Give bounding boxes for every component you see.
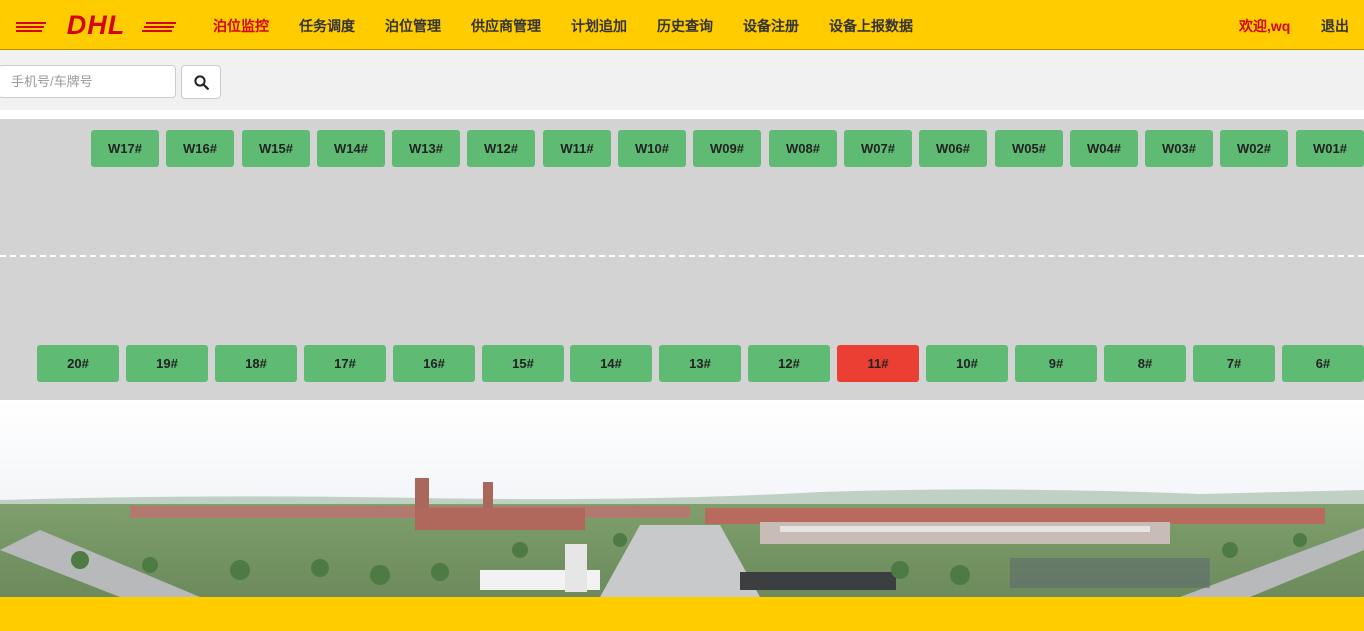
dock-label: 9# [1048, 356, 1064, 371]
nav-supplier-management[interactable]: 供应商管理 [471, 16, 541, 36]
dock-6[interactable]: 6# [1282, 345, 1364, 382]
dock-w03[interactable]: W03# [1145, 130, 1213, 167]
dock-label: W07# [861, 141, 895, 156]
dock-label: W15# [259, 141, 293, 156]
dock-label: W03# [1162, 141, 1196, 156]
berth-yard: W17# W16# W15# W14# W13# W12# W11# W10# … [0, 119, 1364, 400]
factory-panorama-image [0, 400, 1364, 597]
dock-w05[interactable]: W05# [995, 130, 1063, 167]
svg-text:DHL: DHL [67, 10, 126, 40]
dock-label: W11# [560, 141, 594, 156]
nav-history-query[interactable]: 历史查询 [657, 16, 713, 36]
dock-w11[interactable]: W11# [543, 130, 611, 167]
dock-label: W04# [1087, 141, 1121, 156]
search-bar [0, 50, 1364, 110]
dock-label: W09# [710, 141, 744, 156]
dock-18[interactable]: 18# [215, 345, 297, 382]
nav-task-dispatch[interactable]: 任务调度 [299, 16, 355, 36]
dock-8[interactable]: 8# [1104, 345, 1186, 382]
dock-14[interactable]: 14# [570, 345, 652, 382]
dock-label: 13# [689, 356, 711, 371]
nav-device-register[interactable]: 设备注册 [743, 16, 799, 36]
dock-13[interactable]: 13# [659, 345, 741, 382]
dhl-logo: DHL [16, 10, 176, 40]
dock-10[interactable]: 10# [926, 345, 1008, 382]
dock-7[interactable]: 7# [1193, 345, 1275, 382]
dock-w02[interactable]: W02# [1220, 130, 1288, 167]
dock-label: W08# [786, 141, 820, 156]
dock-17[interactable]: 17# [304, 345, 386, 382]
search-button[interactable] [181, 65, 221, 99]
search-icon [194, 75, 209, 90]
dock-w14[interactable]: W14# [317, 130, 385, 167]
dock-label: 10# [956, 356, 978, 371]
dock-label: 20# [67, 356, 89, 371]
dock-label: W17# [108, 141, 142, 156]
dock-11[interactable]: 11# [837, 345, 919, 382]
dock-label: W06# [936, 141, 970, 156]
dock-label: W02# [1237, 141, 1271, 156]
dock-w09[interactable]: W09# [693, 130, 761, 167]
dock-label: 14# [600, 356, 622, 371]
dock-19[interactable]: 19# [126, 345, 208, 382]
dock-w08[interactable]: W08# [769, 130, 837, 167]
dock-w17[interactable]: W17# [91, 130, 159, 167]
dock-16[interactable]: 16# [393, 345, 475, 382]
dock-w15[interactable]: W15# [242, 130, 310, 167]
welcome-user: 欢迎,wq [1239, 18, 1291, 34]
dock-label: 15# [512, 356, 534, 371]
lane-divider [0, 255, 1364, 257]
dock-label: 18# [245, 356, 267, 371]
dock-label: W01# [1313, 141, 1347, 156]
dock-w12[interactable]: W12# [467, 130, 535, 167]
dock-label: W13# [409, 141, 443, 156]
dock-w10[interactable]: W10# [618, 130, 686, 167]
top-navbar: DHL 泊位监控 任务调度 泊位管理 供应商管理 计划追加 历史查询 设备注册 … [0, 0, 1364, 50]
dock-label: 11# [867, 356, 889, 371]
search-input[interactable] [0, 65, 176, 98]
dock-9[interactable]: 9# [1015, 345, 1097, 382]
dock-12[interactable]: 12# [748, 345, 830, 382]
dock-label: W14# [334, 141, 368, 156]
dock-w07[interactable]: W07# [844, 130, 912, 167]
footer-bar [0, 597, 1364, 631]
dock-w16[interactable]: W16# [166, 130, 234, 167]
dock-label: 8# [1137, 356, 1153, 371]
dock-label: W16# [183, 141, 217, 156]
dock-w06[interactable]: W06# [919, 130, 987, 167]
dock-15[interactable]: 15# [482, 345, 564, 382]
dock-label: 12# [778, 356, 800, 371]
dock-w13[interactable]: W13# [392, 130, 460, 167]
dock-label: 16# [423, 356, 445, 371]
dock-w01[interactable]: W01# [1296, 130, 1364, 167]
dock-label: 19# [156, 356, 178, 371]
nav-plan-append[interactable]: 计划追加 [571, 16, 627, 36]
dock-label: 7# [1226, 356, 1242, 371]
dock-label: 17# [334, 356, 356, 371]
dock-label: 6# [1315, 356, 1331, 371]
dock-w04[interactable]: W04# [1070, 130, 1138, 167]
nav-berth-management[interactable]: 泊位管理 [385, 16, 441, 36]
dock-label: W12# [484, 141, 518, 156]
dock-label: W05# [1012, 141, 1046, 156]
nav-berth-monitor[interactable]: 泊位监控 [213, 16, 269, 36]
dock-label: W10# [635, 141, 669, 156]
logout-link[interactable]: 退出 [1321, 16, 1349, 36]
dock-20[interactable]: 20# [37, 345, 119, 382]
nav-device-report-data[interactable]: 设备上报数据 [829, 16, 913, 36]
